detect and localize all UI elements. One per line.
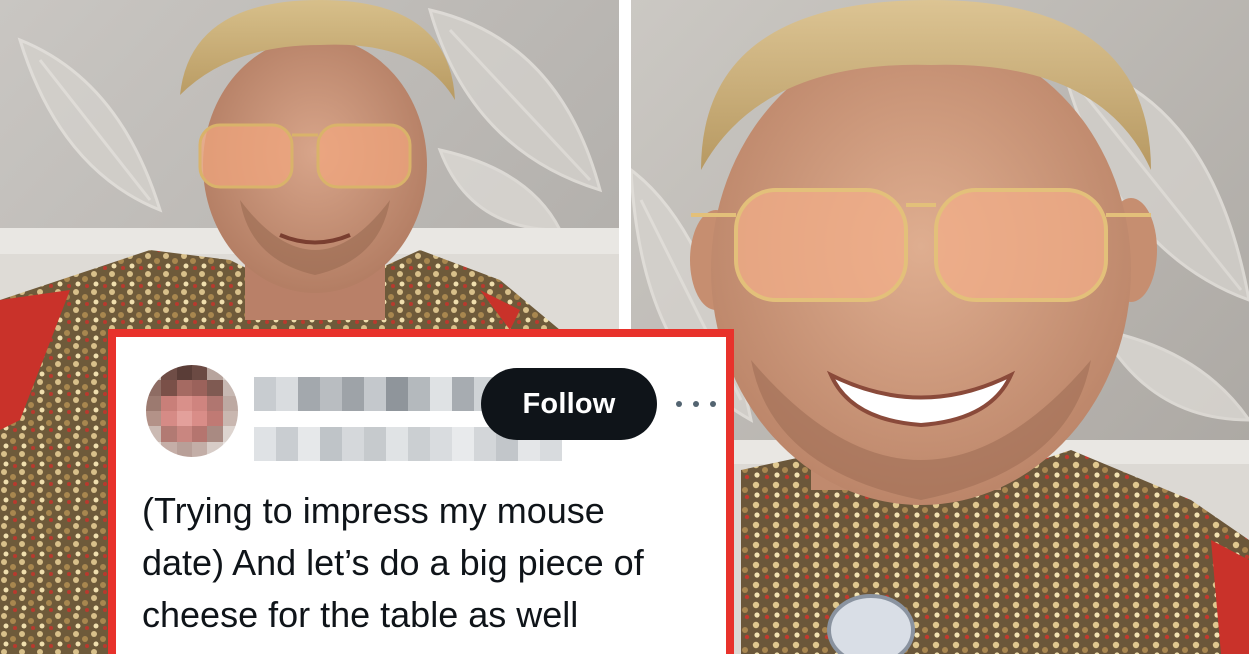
tweet-card: Follow (Trying to impress my mouse date)… — [116, 337, 726, 654]
more-dot — [710, 401, 716, 407]
tweet-card-frame: Follow (Trying to impress my mouse date)… — [108, 329, 734, 654]
more-dot — [693, 401, 699, 407]
composite-image: Follow (Trying to impress my mouse date)… — [0, 0, 1249, 654]
more-options-icon[interactable] — [676, 389, 716, 419]
avatar-pixel-grid — [146, 365, 238, 457]
tweet-text: (Trying to impress my mouse date) And le… — [142, 485, 722, 641]
more-dot — [676, 401, 682, 407]
tweet-text-line: (Trying to impress my mouse — [142, 490, 605, 531]
tweet-text-line: date) And let’s do a big piece of — [142, 542, 644, 583]
follow-button[interactable]: Follow — [481, 368, 657, 440]
pixelated-avatar-icon[interactable] — [146, 365, 238, 457]
tweet-text-line: cheese for the table as well — [142, 594, 579, 635]
